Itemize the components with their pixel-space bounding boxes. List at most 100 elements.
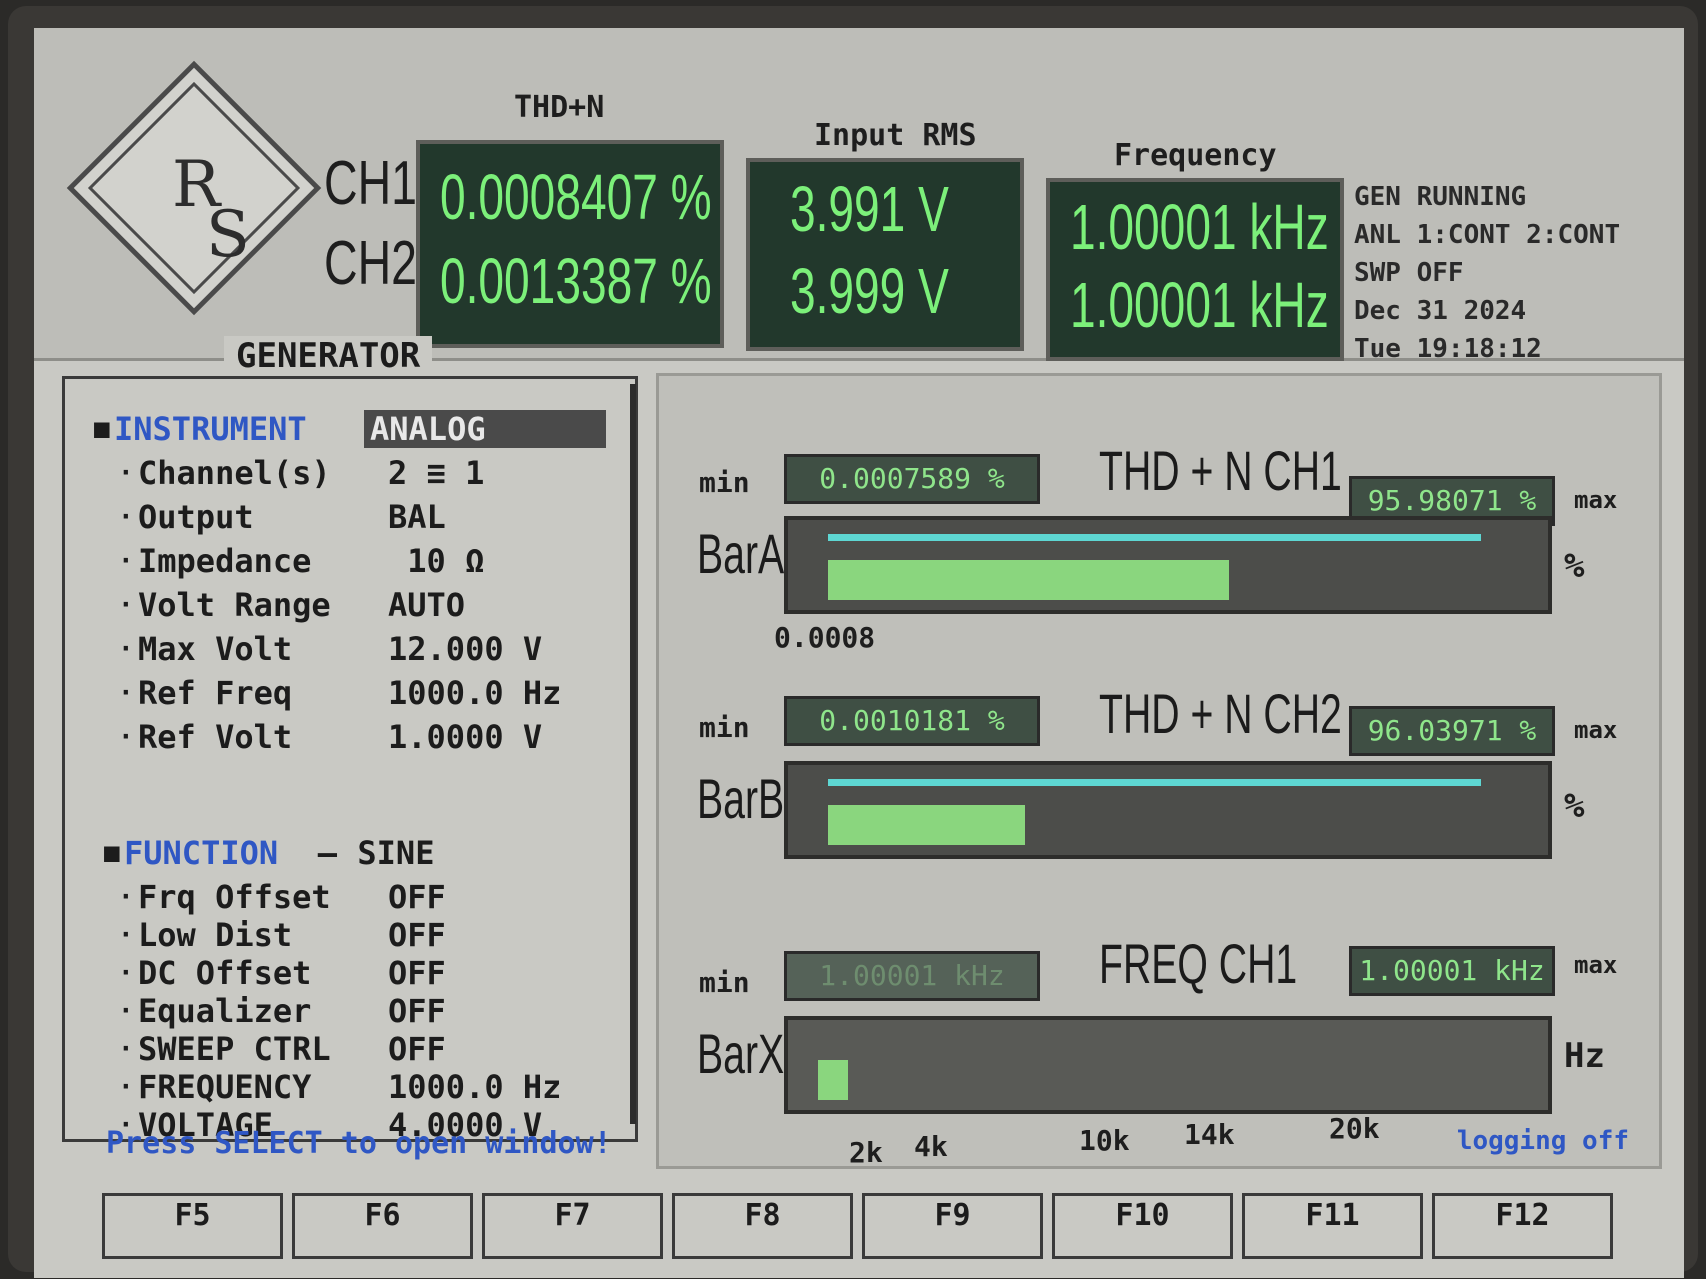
function-key-f8[interactable]: F8: [672, 1193, 853, 1259]
function-dash: –: [317, 834, 338, 872]
analyzer-screen: RS CH1 CH2 THD+N Input RMS Frequency 0.0…: [34, 28, 1684, 1278]
sweep-status: SWP OFF: [1354, 258, 1464, 288]
func-setting-1-key: Low Dist: [138, 916, 293, 954]
bar-a-unit: %: [1564, 546, 1585, 586]
gen-setting-1-key: Output: [138, 498, 254, 536]
instrument-value[interactable]: ANALOG: [364, 410, 606, 448]
bar-x-max-readout: 1.00001 kHz: [1349, 946, 1555, 996]
gen-setting-3-value: AUTO: [388, 586, 466, 624]
bar-x-title: FREQ CH1: [1099, 932, 1298, 995]
bar-x-max-label: max: [1574, 951, 1618, 979]
func-setting-1-row[interactable]: · Low Dist OFF: [118, 916, 446, 954]
freq-title: Frequency: [1114, 138, 1277, 173]
prompt-message: Press SELECT to open window!: [106, 1126, 612, 1161]
row-bullet: ·: [118, 722, 134, 752]
gen-setting-5-key: Ref Freq: [138, 674, 293, 712]
func-setting-0-row[interactable]: · Frq Offset OFF: [118, 878, 446, 916]
thd-ch1-value: 0.0008407 %: [440, 161, 712, 233]
row-bullet: ·: [118, 546, 134, 576]
gen-setting-6-row[interactable]: · Ref Volt 1.0000 V: [118, 718, 542, 756]
row-bullet: ·: [118, 1072, 134, 1102]
bar-a-min-label: min: [699, 466, 750, 499]
func-setting-2-value: OFF: [388, 954, 446, 992]
row-bullet: ·: [118, 920, 134, 950]
gen-setting-4-value: 12.000 V: [388, 630, 543, 668]
gen-setting-5-row[interactable]: · Ref Freq 1000.0 Hz: [118, 674, 561, 712]
function-key-f5[interactable]: F5: [102, 1193, 283, 1259]
bar-x-tick-10k: 10k: [1079, 1124, 1130, 1157]
gen-setting-3-row[interactable]: · Volt Range AUTO: [118, 586, 466, 624]
bar-b-min-label: min: [699, 711, 750, 744]
bar-x-name: BarX: [697, 1022, 785, 1085]
bar-x-min-label: min: [699, 966, 750, 999]
func-setting-2-key: DC Offset: [138, 954, 312, 992]
bar-b-max-readout: 96.03971 %: [1349, 706, 1555, 756]
rms-ch1-value: 3.991 V: [790, 173, 949, 245]
bar-b-unit: %: [1564, 786, 1585, 826]
bar-x-unit: Hz: [1564, 1036, 1605, 1076]
gen-setting-2-row[interactable]: · Impedance 10 Ω: [118, 542, 485, 580]
row-bullet: ·: [118, 634, 134, 664]
thd-ch2-value: 0.0013387 %: [440, 245, 712, 317]
row-bullet: ·: [118, 678, 134, 708]
function-value: SINE: [357, 834, 435, 872]
function-key-f10[interactable]: F10: [1052, 1193, 1233, 1259]
bar-b-max-line: [828, 779, 1481, 786]
bar-x-min-readout: 1.00001 kHz: [784, 951, 1040, 1001]
function-key-f9[interactable]: F9: [862, 1193, 1043, 1259]
row-bullet: ·: [118, 1034, 134, 1064]
bar-a-frame: [784, 516, 1552, 614]
gen-setting-1-value: BAL: [388, 498, 446, 536]
row-bullet: ·: [118, 502, 134, 532]
thd-display: 0.0008407 % 0.0013387 %: [416, 140, 724, 348]
bar-a-fill: [828, 560, 1230, 600]
gen-status: GEN RUNNING: [1354, 182, 1527, 212]
bar-a-min-readout: 0.0007589 %: [784, 454, 1040, 504]
generator-scrollbar[interactable]: [630, 384, 636, 1124]
function-key-f12[interactable]: F12: [1432, 1193, 1613, 1259]
bar-a-max-line: [828, 534, 1481, 541]
rms-ch2-value: 3.999 V: [790, 255, 949, 327]
gen-setting-2-value: 10 Ω: [388, 542, 485, 580]
func-setting-0-value: OFF: [388, 878, 446, 916]
freq-ch1-value: 1.00001 kHz: [1070, 191, 1329, 263]
func-setting-3-value: OFF: [388, 992, 446, 1030]
bar-a-name: BarA: [697, 522, 785, 585]
bar-b-min-readout: 0.0010181 %: [784, 696, 1040, 746]
ch1-label: CH1: [324, 149, 418, 218]
function-row[interactable]: ■ FUNCTION – SINE: [104, 834, 435, 872]
function-key: FUNCTION: [124, 834, 279, 872]
func-setting-1-value: OFF: [388, 916, 446, 954]
bargraph-panel: min 0.0007589 % THD + N CH1 95.98071 % m…: [656, 373, 1662, 1169]
gen-setting-4-row[interactable]: · Max Volt 12.000 V: [118, 630, 543, 668]
bar-b-fill: [828, 805, 1026, 845]
bar-b-title: THD + N CH2: [1099, 682, 1342, 745]
function-key-f11[interactable]: F11: [1242, 1193, 1423, 1259]
rms-title: Input RMS: [814, 118, 977, 153]
function-key-f6[interactable]: F6: [292, 1193, 473, 1259]
func-setting-4-row[interactable]: · SWEEP CTRL OFF: [118, 1030, 446, 1068]
gen-setting-1-row[interactable]: · Output BAL: [118, 498, 446, 536]
func-setting-3-row[interactable]: · Equalizer OFF: [118, 992, 446, 1030]
row-bullet: ·: [118, 590, 134, 620]
date-status: Dec 31 2024: [1354, 296, 1527, 326]
instrument-key: INSTRUMENT: [114, 410, 307, 448]
func-setting-0-key: Frq Offset: [138, 878, 331, 916]
time-status: Tue 19:18:12: [1354, 334, 1542, 364]
func-setting-4-value: OFF: [388, 1030, 446, 1068]
status-block: GEN RUNNING ANL 1:CONT 2:CONT SWP OFF De…: [1354, 178, 1684, 368]
gen-setting-4-key: Max Volt: [138, 630, 293, 668]
bar-b-name: BarB: [697, 767, 785, 830]
rms-display: 3.991 V 3.999 V: [746, 158, 1024, 351]
instrument-row[interactable]: ■ INSTRUMENT ANALOG: [94, 410, 606, 448]
func-setting-5-row[interactable]: · FREQUENCY 1000.0 Hz: [118, 1068, 561, 1106]
bar-x-fill: [818, 1060, 848, 1100]
function-key-f7[interactable]: F7: [482, 1193, 663, 1259]
bar-b-frame: [784, 761, 1552, 859]
bar-a-title: THD + N CH1: [1099, 439, 1342, 502]
row-bullet: ·: [118, 882, 134, 912]
thd-title: THD+N: [514, 90, 605, 125]
gen-setting-0-key: Channel(s): [138, 454, 331, 492]
func-setting-2-row[interactable]: · DC Offset OFF: [118, 954, 446, 992]
gen-setting-0-row[interactable]: · Channel(s) 2 ≡ 1: [118, 454, 484, 492]
